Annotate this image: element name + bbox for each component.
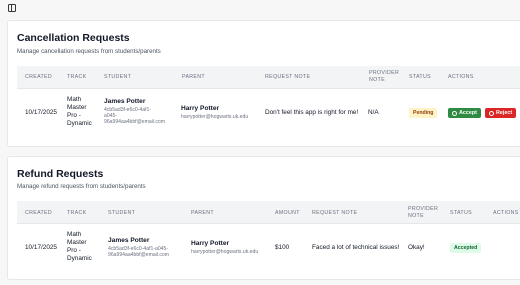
parent-email: harrypotter@hogwarts.uk.edu [181, 114, 249, 120]
track-line: Dynamic [67, 120, 92, 127]
column-status: STATUS [450, 210, 472, 216]
parent-name: Harry Potter [191, 240, 230, 247]
column-actions: ACTIONS [448, 74, 474, 80]
column-provider-note: PROVIDER NOTE [408, 206, 439, 219]
column-track: TRACK [67, 74, 87, 80]
accept-button[interactable]: Accept [448, 108, 481, 118]
created-date: 10/17/2025 [25, 109, 57, 116]
reject-label: Reject [496, 110, 513, 116]
refund-title: Refund Requests [17, 168, 104, 180]
top-bar [0, 0, 520, 16]
request-note: Faced a lot of technical issues! [312, 244, 400, 251]
cancellation-description: Manage cancellation requests from studen… [17, 48, 161, 55]
student-name: James Potter [104, 98, 146, 105]
track-line: Math [67, 96, 82, 103]
column-created: CREATED [25, 210, 53, 216]
column-student: STUDENT [108, 210, 136, 216]
column-provider-note: PROVIDER NOTE [369, 70, 400, 83]
created-date: 10/17/2025 [25, 244, 57, 251]
x-circle-icon [489, 110, 494, 116]
student-email: 96a994aa4bbf@email.com [108, 252, 169, 258]
check-circle-icon [452, 110, 457, 116]
request-note: Don't feel this app is right for me! [265, 109, 359, 116]
track-line: Master [67, 239, 87, 246]
refund-description: Manage refund requests from students/par… [17, 183, 146, 190]
column-request-note: REQUEST NOTE [312, 210, 358, 216]
refund-requests-card: Refund Requests Manage refund requests f… [7, 156, 520, 280]
student-email: 96a994aa4bbf@email.com [104, 119, 165, 125]
cancellation-title: Cancellation Requests [17, 32, 130, 44]
status-badge: Pending [409, 108, 438, 118]
track-line: Dynamic [67, 255, 92, 262]
cancellation-table-header: CREATED TRACK STUDENT PARENT REQUEST NOT… [17, 66, 520, 89]
column-parent: PARENT [191, 210, 214, 216]
cancellation-requests-card: Cancellation Requests Manage cancellatio… [7, 20, 520, 147]
column-track: TRACK [67, 210, 87, 216]
refund-table-header: CREATED TRACK STUDENT PARENT AMOUNT REQU… [17, 201, 520, 224]
refund-amount: $100 [275, 244, 290, 251]
track-line: Master [67, 104, 87, 111]
parent-email: harrypotter@hogwarts.uk.edu [191, 249, 259, 255]
accept-label: Accept [459, 110, 477, 116]
reject-button[interactable]: Reject [485, 108, 517, 118]
provider-note: Okay! [408, 244, 425, 251]
column-parent: PARENT [182, 74, 205, 80]
track-line: Pro - [67, 247, 81, 254]
track-line: Math [67, 231, 82, 238]
column-created: CREATED [25, 74, 53, 80]
status-badge: Accepted [450, 243, 482, 253]
column-actions: ACTIONS [493, 210, 519, 216]
provider-note: N/A [368, 109, 379, 116]
parent-name: Harry Potter [181, 105, 220, 112]
sidebar-toggle-icon[interactable] [8, 4, 16, 12]
column-amount: AMOUNT [275, 210, 300, 216]
column-request-note: REQUEST NOTE [265, 74, 311, 80]
column-status: STATUS [409, 74, 431, 80]
column-student: STUDENT [104, 74, 132, 80]
student-name: James Potter [108, 237, 150, 244]
track-line: Pro - [67, 112, 81, 119]
